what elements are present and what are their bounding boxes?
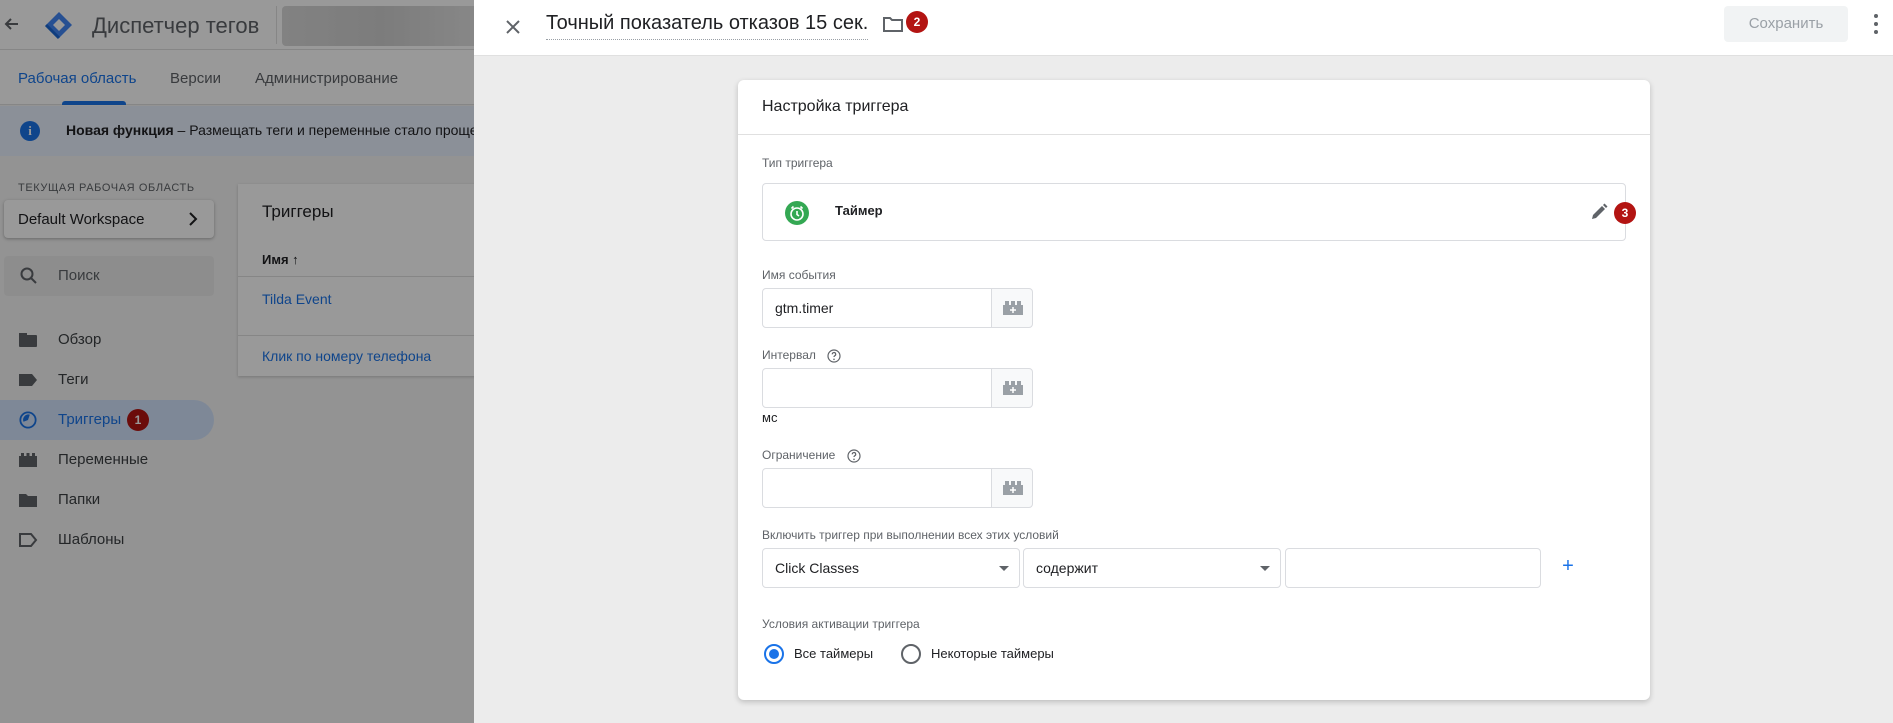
radio-checked-icon [764, 644, 784, 664]
condition-value-input[interactable] [1285, 548, 1541, 588]
condition-variable-select[interactable]: Click Classes [762, 548, 1020, 588]
radio-unchecked-icon [901, 644, 921, 664]
variable-picker-button[interactable] [991, 368, 1033, 408]
condition-operator-select[interactable]: содержит [1023, 548, 1281, 588]
variable-icon [1003, 381, 1023, 395]
event-name-input[interactable]: gtm.timer [762, 288, 992, 328]
interval-label: Интервал [762, 348, 816, 362]
trigger-name-field[interactable]: Точный показатель отказов 15 сек. [546, 12, 869, 40]
card-title: Настройка триггера [762, 98, 909, 115]
interval-input[interactable] [762, 368, 992, 408]
add-condition-button[interactable]: + [1556, 554, 1580, 578]
radio-label: Все таймеры [794, 646, 874, 661]
variable-icon [1003, 481, 1023, 495]
modal-scrim[interactable] [0, 0, 474, 723]
panel-header: Точный показатель отказов 15 сек. 2 Сохр… [474, 0, 1893, 56]
radio-label: Некоторые таймеры [931, 646, 1054, 661]
more-vert-icon[interactable] [1872, 12, 1880, 36]
variable-picker-button[interactable] [991, 288, 1033, 328]
annotation-badge: 3 [1614, 202, 1636, 224]
dropdown-arrow-icon [999, 566, 1009, 571]
variable-picker-button[interactable] [991, 468, 1033, 508]
activation-label: Условия активации триггера [762, 617, 920, 631]
limit-label: Ограничение [762, 448, 836, 462]
folder-outline-icon[interactable] [882, 14, 904, 34]
close-icon[interactable] [500, 14, 526, 40]
variable-icon [1003, 301, 1023, 315]
help-icon[interactable] [847, 449, 861, 463]
condition-variable-value: Click Classes [775, 560, 860, 576]
dropdown-arrow-icon [1260, 566, 1270, 571]
help-icon[interactable] [827, 349, 841, 363]
annotation-badge: 2 [906, 11, 928, 33]
pencil-icon[interactable] [1589, 202, 1609, 222]
interval-label-row: Интервал [762, 348, 841, 363]
conditions-label: Включить триггер при выполнении всех эти… [762, 528, 1059, 542]
save-button[interactable]: Сохранить [1724, 6, 1848, 42]
trigger-type-selector[interactable]: Таймер 3 [762, 183, 1636, 241]
event-name-label: Имя события [762, 268, 836, 282]
condition-operator-value: содержит [1036, 560, 1098, 576]
event-name-value: gtm.timer [775, 300, 834, 316]
trigger-type-name: Таймер [835, 203, 883, 218]
limit-label-row: Ограничение [762, 448, 861, 463]
trigger-config-card: Настройка триггера Тип триггера Таймер 3… [738, 80, 1650, 700]
trigger-editor-panel: Точный показатель отказов 15 сек. 2 Сохр… [474, 0, 1893, 723]
limit-input[interactable] [762, 468, 992, 508]
timer-icon [785, 201, 809, 225]
card-divider [738, 134, 1650, 135]
interval-unit: мс [762, 410, 778, 425]
trigger-type-label: Тип триггера [762, 156, 833, 170]
